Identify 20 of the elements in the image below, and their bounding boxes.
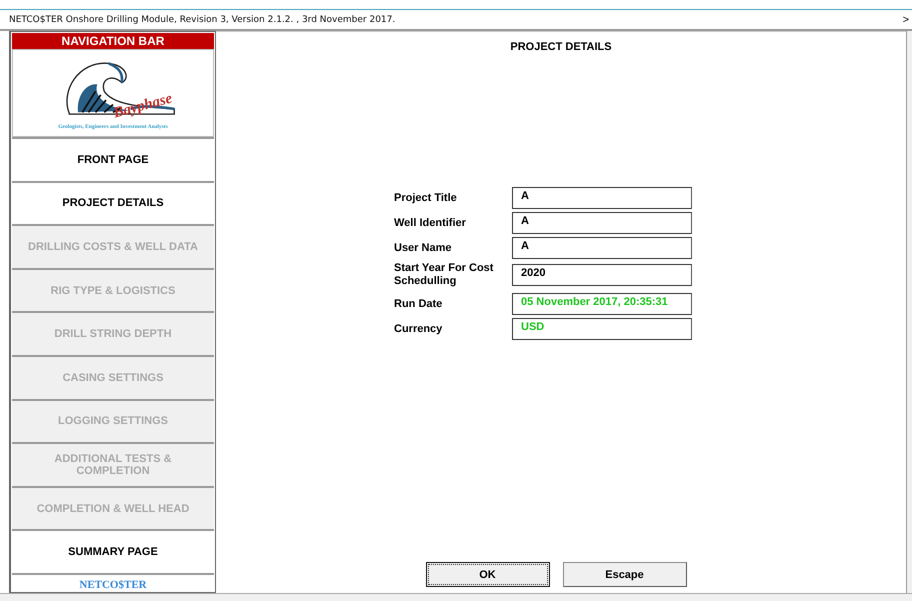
- overflow-mark[interactable]: >: [902, 14, 909, 26]
- field-label: User Name: [394, 242, 452, 254]
- window-title: NETCO$TER Onshore Drilling Module, Revision 3, Version 2.1.2. , 3rd November 2017.: [9, 14, 396, 24]
- input-field[interactable]: 2020: [512, 264, 692, 286]
- input-field[interactable]: A: [512, 237, 692, 259]
- vertical-scrollbar[interactable]: [906, 31, 912, 593]
- field-label: Currency: [394, 322, 444, 336]
- logo-wordmark: Bayphase: [112, 90, 174, 122]
- navigation-header: NAVIGATION BAR: [12, 33, 214, 49]
- footer-wordmark: NETCO$TER: [12, 572, 214, 591]
- page-heading: PROJECT DETAILS: [510, 41, 612, 53]
- field-label: Run Date: [394, 298, 444, 310]
- field-label: Project Title: [394, 192, 458, 204]
- dialog-button[interactable]: OK: [426, 562, 550, 587]
- field-label: Start Year For Cost Schedulling: [394, 262, 494, 288]
- field-label: Well Identifier: [394, 216, 467, 230]
- dialog-button[interactable]: Escape: [562, 562, 686, 587]
- input-field[interactable]: A: [512, 187, 692, 209]
- horizontal-scrollbar[interactable]: [0, 593, 912, 601]
- input-field[interactable]: A: [512, 212, 692, 234]
